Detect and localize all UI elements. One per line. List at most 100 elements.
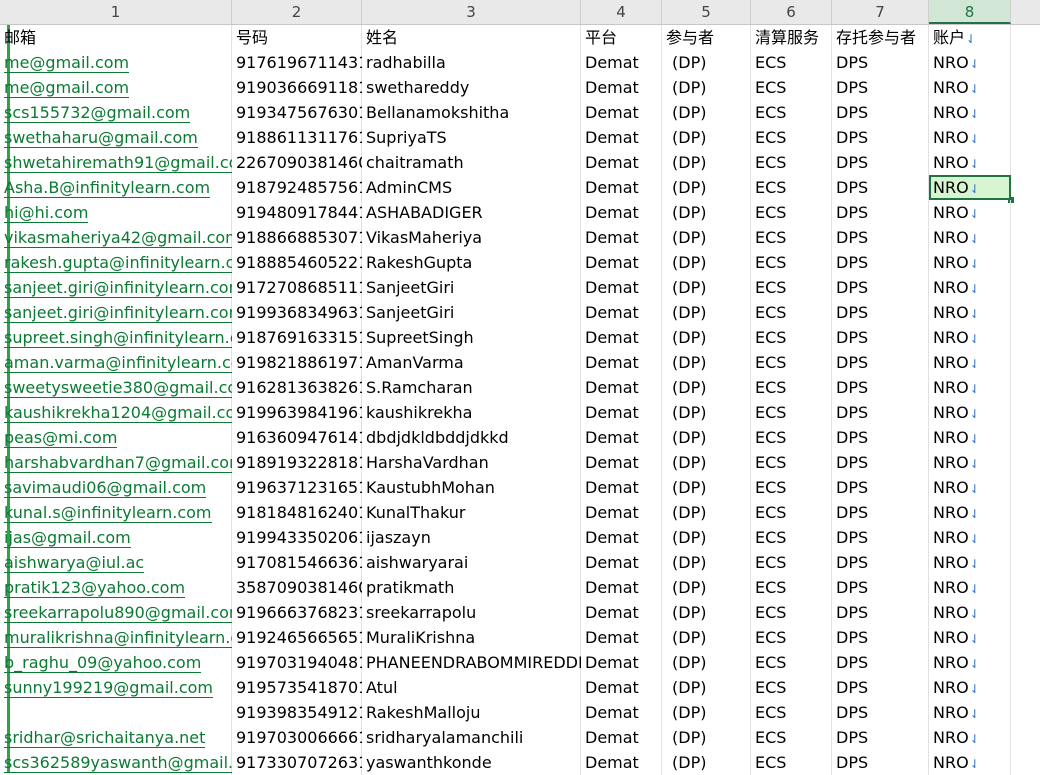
cell-account[interactable]: NRO⇃ xyxy=(929,225,1011,250)
cell-phone[interactable]: 9188611311761 xyxy=(232,125,362,150)
cell-clearing[interactable]: ECS xyxy=(751,100,832,125)
cell-name[interactable]: KunalThakur xyxy=(362,500,581,525)
cell-account[interactable]: NRO⇃ xyxy=(929,700,1011,725)
cell-clearing[interactable]: ECS xyxy=(751,275,832,300)
cell-platform[interactable]: Demat xyxy=(581,50,662,75)
cell-phone[interactable]: 9188668853071 xyxy=(232,225,362,250)
cell-clearing[interactable]: ECS xyxy=(751,200,832,225)
cell-participant[interactable]: (DP) xyxy=(662,275,751,300)
cell-depository[interactable]: DPS xyxy=(832,50,929,75)
cell-name[interactable]: AmanVarma xyxy=(362,350,581,375)
cell-depository[interactable]: DPS xyxy=(832,525,929,550)
cell-platform[interactable]: Demat xyxy=(581,300,662,325)
cell-name[interactable]: AdminCMS xyxy=(362,175,581,200)
cell-clearing[interactable]: ECS xyxy=(751,475,832,500)
cell-phone[interactable]: 9199433502061 xyxy=(232,525,362,550)
dropdown-arrow-icon[interactable]: ⇃ xyxy=(970,182,980,196)
cell-platform[interactable]: Demat xyxy=(581,325,662,350)
cell-name[interactable]: kaushikrekha xyxy=(362,400,581,425)
cell-name[interactable]: aishwaryarai xyxy=(362,550,581,575)
dropdown-arrow-icon[interactable]: ⇃ xyxy=(970,157,980,171)
cell-platform[interactable]: Demat xyxy=(581,75,662,100)
header-cell-email[interactable]: 邮箱 xyxy=(0,25,232,50)
cell-email[interactable]: aman.varma@infinitylearn.co xyxy=(0,350,232,375)
dropdown-arrow-icon[interactable]: ⇃ xyxy=(970,432,980,446)
cell-depository[interactable]: DPS xyxy=(832,500,929,525)
cell-depository[interactable]: DPS xyxy=(832,550,929,575)
dropdown-arrow-icon[interactable]: ⇃ xyxy=(970,607,980,621)
cell-depository[interactable]: DPS xyxy=(832,300,929,325)
cell-email[interactable]: supreet.singh@infinitylearn.c xyxy=(0,325,232,350)
dropdown-arrow-icon[interactable]: ⇃ xyxy=(970,732,980,746)
cell-depository[interactable]: DPS xyxy=(832,675,929,700)
cell-platform[interactable]: Demat xyxy=(581,400,662,425)
cell-name[interactable]: yaswanthkonde xyxy=(362,750,581,775)
cell-clearing[interactable]: ECS xyxy=(751,325,832,350)
column-number-6[interactable]: 6 xyxy=(751,0,832,24)
cell-depository[interactable]: DPS xyxy=(832,200,929,225)
cell-phone[interactable]: 9196663768231 xyxy=(232,600,362,625)
cell-name[interactable]: swethareddy xyxy=(362,75,581,100)
cell-phone[interactable]: 35870903814601 xyxy=(232,575,362,600)
cell-account[interactable]: NRO⇃ xyxy=(929,550,1011,575)
cell-participant[interactable]: (DP) xyxy=(662,300,751,325)
cell-clearing[interactable]: ECS xyxy=(751,750,832,775)
cell-name[interactable]: RakeshGupta xyxy=(362,250,581,275)
cell-phone[interactable]: 9192465665651 xyxy=(232,625,362,650)
cell-clearing[interactable]: ECS xyxy=(751,250,832,275)
cell-participant[interactable]: (DP) xyxy=(662,475,751,500)
cell-name[interactable]: Atul xyxy=(362,675,581,700)
cell-platform[interactable]: Demat xyxy=(581,650,662,675)
cell-clearing[interactable]: ECS xyxy=(751,650,832,675)
dropdown-arrow-icon[interactable]: ⇃ xyxy=(970,232,980,246)
column-number-1[interactable]: 1 xyxy=(0,0,232,24)
dropdown-arrow-icon[interactable]: ⇃ xyxy=(970,357,980,371)
cell-depository[interactable]: DPS xyxy=(832,400,929,425)
cell-name[interactable]: SupriyaTS xyxy=(362,125,581,150)
cell-phone[interactable]: 9196371231651 xyxy=(232,475,362,500)
cell-name[interactable]: ASHABADIGER xyxy=(362,200,581,225)
header-cell-name[interactable]: 姓名 xyxy=(362,25,581,50)
cell-participant[interactable]: (DP) xyxy=(662,725,751,750)
cell-platform[interactable]: Demat xyxy=(581,350,662,375)
cell-name[interactable]: HarshaVardhan xyxy=(362,450,581,475)
cell-clearing[interactable]: ECS xyxy=(751,600,832,625)
cell-participant[interactable]: (DP) xyxy=(662,525,751,550)
cell-account[interactable]: NRO⇃ xyxy=(929,750,1011,775)
cell-participant[interactable]: (DP) xyxy=(662,75,751,100)
cell-phone[interactable]: 9190366691181 xyxy=(232,75,362,100)
cell-participant[interactable]: (DP) xyxy=(662,250,751,275)
cell-platform[interactable]: Demat xyxy=(581,125,662,150)
cell-clearing[interactable]: ECS xyxy=(751,700,832,725)
dropdown-arrow-icon[interactable]: ⇃ xyxy=(970,132,980,146)
cell-phone[interactable]: 9181848162401 xyxy=(232,500,362,525)
dropdown-arrow-icon[interactable]: ⇃ xyxy=(970,657,980,671)
cell-account[interactable]: NRO⇃ xyxy=(929,175,1011,200)
dropdown-arrow-icon[interactable]: ⇃ xyxy=(970,57,980,71)
dropdown-arrow-icon[interactable]: ⇃ xyxy=(970,382,980,396)
header-cell-account[interactable]: 账户⇃ xyxy=(929,25,1011,50)
cell-email[interactable]: sweetysweetie380@gmail.co xyxy=(0,375,232,400)
cell-name[interactable]: pratikmath xyxy=(362,575,581,600)
cell-participant[interactable]: (DP) xyxy=(662,50,751,75)
cell-clearing[interactable]: ECS xyxy=(751,225,832,250)
cell-account[interactable]: NRO⇃ xyxy=(929,575,1011,600)
cell-email[interactable]: aishwarya@iul.ac xyxy=(0,550,232,575)
cell-depository[interactable]: DPS xyxy=(832,450,929,475)
cell-participant[interactable]: (DP) xyxy=(662,700,751,725)
cell-platform[interactable]: Demat xyxy=(581,425,662,450)
cell-platform[interactable]: Demat xyxy=(581,250,662,275)
cell-participant[interactable]: (DP) xyxy=(662,675,751,700)
cell-platform[interactable]: Demat xyxy=(581,600,662,625)
cell-participant[interactable]: (DP) xyxy=(662,125,751,150)
cell-phone[interactable]: 9170815466361 xyxy=(232,550,362,575)
cell-name[interactable]: SanjeetGiri xyxy=(362,275,581,300)
cell-email[interactable]: sridhar@srichaitanya.net xyxy=(0,725,232,750)
cell-phone[interactable]: 9173307072631 xyxy=(232,750,362,775)
dropdown-arrow-icon[interactable]: ⇃ xyxy=(970,532,980,546)
cell-email[interactable]: scs362589yaswanth@gmail.c xyxy=(0,750,232,775)
cell-account[interactable]: NRO⇃ xyxy=(929,250,1011,275)
cell-platform[interactable]: Demat xyxy=(581,725,662,750)
cell-email[interactable]: me@gmail.com xyxy=(0,75,232,100)
cell-platform[interactable]: Demat xyxy=(581,225,662,250)
